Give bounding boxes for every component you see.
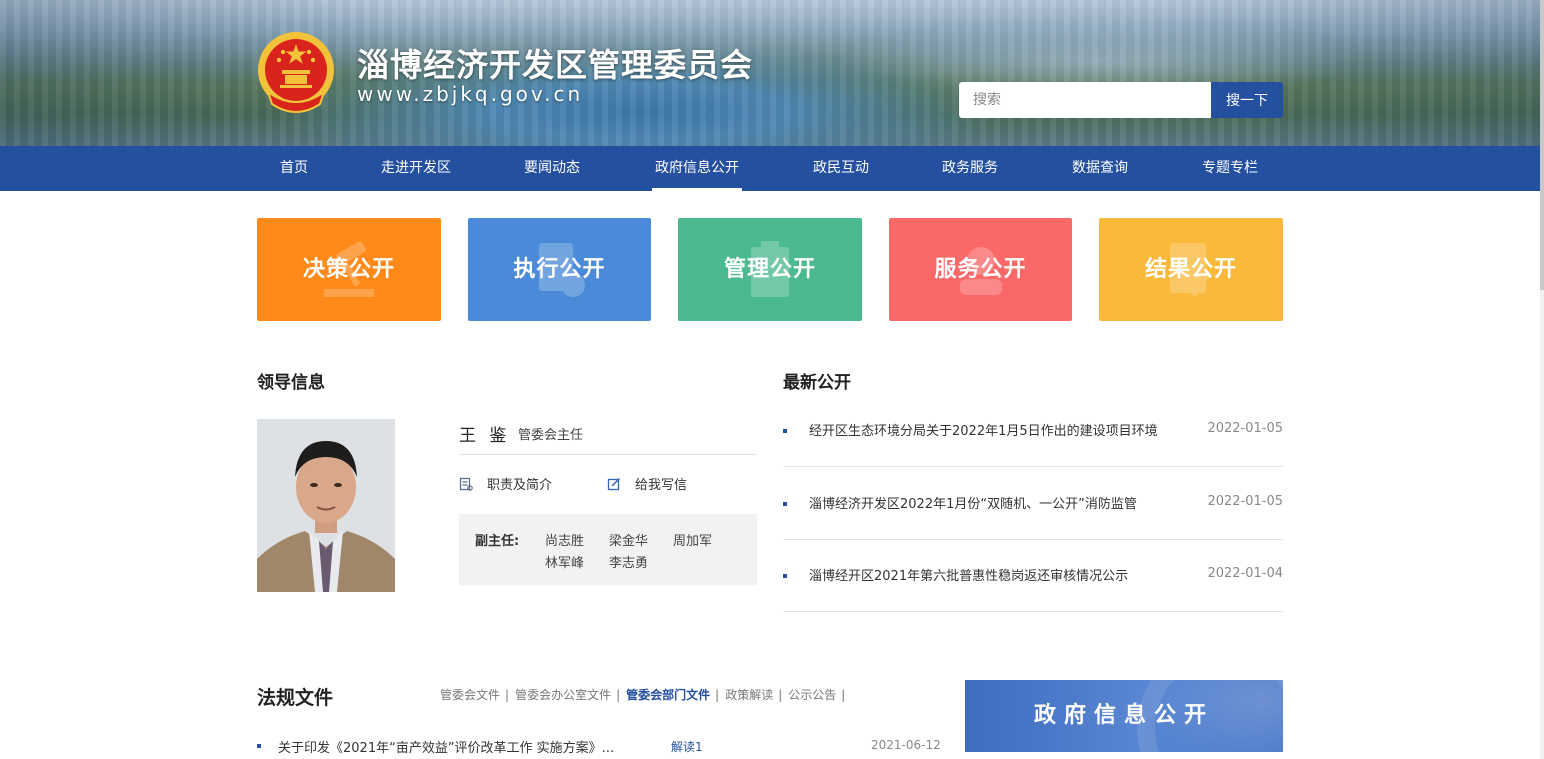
law-date: 2021-06-12: [871, 738, 941, 752]
bullet: [783, 502, 787, 506]
bullet: [257, 744, 261, 748]
tab-department-docs[interactable]: 管委会部门文件: [626, 688, 710, 702]
card-decision-disclosure[interactable]: 决策公开: [257, 218, 441, 321]
page-scrollbar[interactable]: [1540, 0, 1544, 759]
interpretation-link[interactable]: 解读1: [671, 738, 703, 755]
deputy-name[interactable]: 李志勇: [609, 552, 648, 571]
profile-doc-icon: [459, 477, 473, 491]
bullet: [783, 429, 787, 433]
card-service-disclosure[interactable]: 服务公开: [889, 218, 1072, 321]
bullet: [783, 574, 787, 578]
nav-item-home[interactable]: 首页: [229, 146, 359, 191]
search-button[interactable]: 搜一下: [1211, 82, 1283, 118]
nav-item-interaction[interactable]: 政民互动: [776, 146, 906, 191]
card-label: 执行公开: [513, 257, 606, 282]
leader-profile-link[interactable]: 职责及简介: [459, 474, 552, 493]
scrollbar-thumb[interactable]: [1540, 0, 1544, 290]
nav-item-about[interactable]: 走进开发区: [351, 146, 481, 191]
deputy-name[interactable]: 梁金华: [609, 530, 648, 549]
list-item: 经开区生态环境分局关于2022年1月5日作出的建设项目环境 2022-01-05: [783, 394, 1283, 467]
tab-separator: |: [505, 688, 510, 702]
nav-item-data-query[interactable]: 数据查询: [1035, 146, 1165, 191]
card-label: 管理公开: [723, 257, 816, 282]
write-letter-label: 给我写信: [635, 478, 688, 493]
main-nav: 首页 走进开发区 要闻动态 政府信息公开 政民互动 政务服务 数据查询 专题专栏: [0, 146, 1540, 191]
leader-photo: [257, 419, 395, 592]
deputy-directors-box: 副主任: 尚志胜 梁金华 周加军 林军峰 李志勇: [459, 514, 757, 585]
nav-item-news[interactable]: 要闻动态: [487, 146, 617, 191]
header-banner: 淄博经济开发区管理委员会 www.zbjkq.gov.cn 搜一下: [0, 0, 1540, 146]
leader-name: 王 鉴: [459, 426, 511, 446]
tab-separator: |: [841, 688, 846, 702]
news-date: 2022-01-04: [1207, 566, 1283, 581]
nav-item-services[interactable]: 政务服务: [905, 146, 1035, 191]
tab-separator: |: [715, 688, 720, 702]
deputy-name[interactable]: 周加军: [673, 530, 712, 549]
news-date: 2022-01-05: [1207, 494, 1283, 509]
divider: [459, 454, 757, 455]
edit-icon: [607, 477, 621, 490]
tab-separator: |: [616, 688, 621, 702]
news-date: 2022-01-05: [1207, 421, 1283, 436]
news-title[interactable]: 淄博经开区2021年第六批普惠性稳岗返还审核情况公示: [809, 565, 1199, 584]
tab-public-notices[interactable]: 公示公告: [788, 688, 836, 702]
laws-tabs: 管委会文件 | 管委会办公室文件 | 管委会部门文件 | 政策解读 | 公示公告 |: [440, 686, 851, 703]
deputy-name[interactable]: 林军峰: [545, 552, 584, 571]
list-item: 淄博经开区2021年第六批普惠性稳岗返还审核情况公示 2022-01-04: [783, 539, 1283, 612]
news-title[interactable]: 淄博经济开发区2022年1月份“双随机、一公开”消防监管: [809, 493, 1199, 512]
deputy-label: 副主任:: [475, 534, 520, 549]
nav-item-topics[interactable]: 专题专栏: [1165, 146, 1295, 191]
news-title[interactable]: 经开区生态环境分局关于2022年1月5日作出的建设项目环境: [809, 420, 1199, 439]
promo-label: 政府信息公开: [1033, 703, 1214, 728]
leader-profile-label: 职责及简介: [487, 478, 553, 493]
search-input[interactable]: [959, 82, 1211, 118]
banner-scenery: [0, 0, 1540, 146]
deputy-name[interactable]: 尚志胜: [545, 530, 584, 549]
tab-policy-interpretation[interactable]: 政策解读: [725, 688, 773, 702]
write-letter-link[interactable]: 给我写信: [607, 474, 687, 493]
site-title: 淄博经济开发区管理委员会: [357, 46, 754, 84]
tab-committee-docs[interactable]: 管委会文件: [440, 688, 500, 702]
leader-portrait: [257, 419, 395, 592]
list-item: 淄博经济开发区2022年1月份“双随机、一公开”消防监管 2022-01-05: [783, 467, 1283, 540]
latest-section-title: 最新公开: [783, 373, 851, 393]
laws-section-title: 法规文件: [257, 687, 334, 709]
site-url: www.zbjkq.gov.cn: [357, 82, 584, 106]
card-label: 结果公开: [1144, 257, 1237, 282]
leader-role: 管委会主任: [518, 428, 584, 443]
tab-separator: |: [778, 688, 783, 702]
tab-office-docs[interactable]: 管委会办公室文件: [515, 688, 611, 702]
leader-section-title: 领导信息: [257, 373, 325, 393]
nav-item-gov-info[interactable]: 政府信息公开: [632, 146, 762, 191]
card-label: 服务公开: [934, 257, 1027, 282]
card-execution-disclosure[interactable]: 执行公开: [468, 218, 651, 321]
card-result-disclosure[interactable]: 结果公开: [1099, 218, 1283, 321]
gov-info-promo-banner[interactable]: 政府信息公开: [965, 680, 1283, 752]
card-label: 决策公开: [302, 257, 395, 282]
card-management-disclosure[interactable]: 管理公开: [678, 218, 862, 321]
national-emblem-icon: [258, 32, 334, 113]
law-title[interactable]: 关于印发《2021年“亩产效益”评价改革工作 实施方案》...: [278, 737, 614, 756]
